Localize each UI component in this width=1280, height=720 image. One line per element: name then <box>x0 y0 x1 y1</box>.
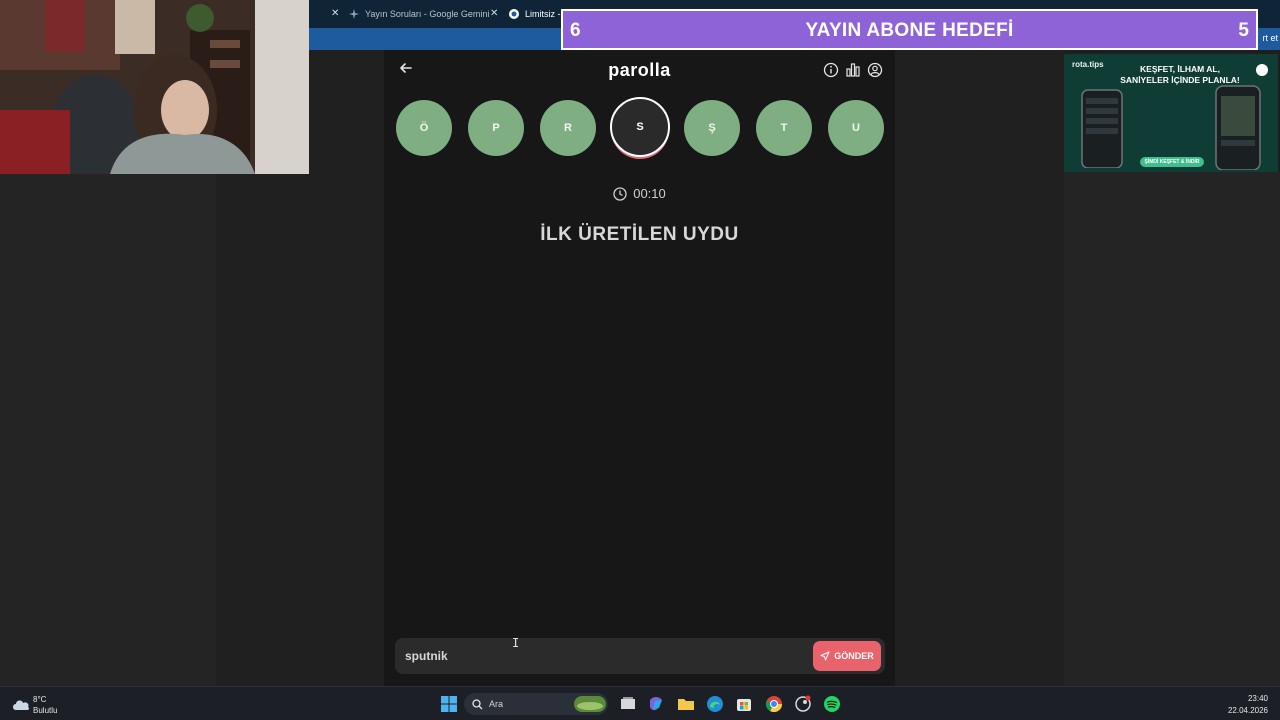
ad-banner[interactable]: rota.tips KEŞFET, İLHAM AL, SANİYELER İÇ… <box>1064 54 1278 172</box>
task-view-icon[interactable] <box>619 695 637 713</box>
letter-bubble[interactable]: R <box>540 100 596 156</box>
screen: ✕ Yayın Soruları - Google Gemini ✕ Limit… <box>0 0 1280 720</box>
weather-desc: Bulutlu <box>33 706 58 715</box>
steam-icon[interactable] <box>794 695 812 713</box>
site-icon <box>509 9 519 19</box>
edge-browser-icon[interactable] <box>706 695 724 713</box>
timer-value: 00:10 <box>633 186 666 201</box>
app-header: parolla <box>384 50 895 90</box>
toolbar-text: rt et <box>1262 33 1278 43</box>
answer-bar: GÖNDER <box>395 638 885 674</box>
store-icon[interactable] <box>735 695 753 713</box>
phone-image-icon <box>1215 85 1261 170</box>
answer-input[interactable] <box>405 646 795 666</box>
profile-icon[interactable] <box>867 62 883 78</box>
question-text: İLK ÜRETİLEN UYDU <box>540 224 739 245</box>
taskbar-search[interactable]: Ara <box>464 693 608 715</box>
send-icon <box>820 651 830 661</box>
subscriber-goal-banner: 6 YAYIN ABONE HEDEFİ 5 <box>561 9 1258 50</box>
letter-bubble[interactable]: Ş <box>684 100 740 156</box>
header-actions <box>823 62 883 78</box>
stats-icon[interactable] <box>845 62 861 78</box>
chrome-icon[interactable] <box>765 695 783 713</box>
timer: 00:10 <box>384 186 895 201</box>
letter-bubble-active[interactable]: S <box>610 97 670 157</box>
letter-bubble[interactable]: Ö <box>396 100 452 156</box>
windows-start-icon[interactable] <box>440 695 458 713</box>
phone-image-icon <box>1081 89 1123 168</box>
ad-close-icon[interactable] <box>1256 64 1268 76</box>
goal-title: YAYIN ABONE HEDEFİ <box>805 20 1014 41</box>
page-margin-right <box>895 50 1064 686</box>
ad-headline: KEŞFET, İLHAM AL, SANİYELER İÇİNDE PLANL… <box>1110 64 1250 86</box>
webcam-image <box>0 0 309 174</box>
spotify-icon[interactable] <box>823 695 841 713</box>
send-label: GÖNDER <box>834 651 874 661</box>
search-highlight-icon <box>574 696 606 712</box>
letter-bubble[interactable]: P <box>468 100 524 156</box>
folder-icon[interactable] <box>677 695 695 713</box>
webcam-overlay <box>0 0 309 174</box>
letter-row: Ö P R S Ş T U <box>396 97 886 159</box>
clock-time[interactable]: 23:40 <box>1248 694 1268 703</box>
search-icon <box>472 699 483 710</box>
tab-label: Limitsiz - <box>525 9 561 19</box>
text-cursor-icon: I <box>512 636 520 650</box>
ad-headline-line1: KEŞFET, İLHAM AL, <box>1140 64 1220 74</box>
ad-cta-button[interactable]: ŞİMDİ KEŞFET & İNDİR <box>1140 157 1204 167</box>
clock-icon <box>613 186 627 201</box>
desktop-background-right <box>1064 172 1280 686</box>
tab-gemini[interactable]: Yayın Soruları - Google Gemini <box>349 3 489 25</box>
tab-close-icon[interactable]: ✕ <box>331 8 339 19</box>
app-title: parolla <box>608 60 671 80</box>
goal-target: 5 <box>1238 20 1249 41</box>
search-label: Ara <box>489 699 504 709</box>
cloud-icon[interactable] <box>11 697 31 711</box>
clock-date[interactable]: 22.04.2026 <box>1228 706 1268 715</box>
weather-temp: 8°C <box>33 695 47 704</box>
tab-limitsiz[interactable]: Limitsiz - <box>509 3 561 25</box>
info-icon[interactable] <box>823 62 839 78</box>
desktop-background-left <box>0 174 216 686</box>
letter-bubble[interactable]: U <box>828 100 884 156</box>
send-button[interactable]: GÖNDER <box>813 641 881 671</box>
parolla-app: parolla Ö P R S Ş T U 00:10 İLK ÜRETİLEN… <box>384 50 895 686</box>
tab-close-icon[interactable]: ✕ <box>490 8 498 19</box>
gemini-icon <box>349 9 359 19</box>
letter-bubble[interactable]: T <box>756 100 812 156</box>
tab-label: Yayın Soruları - Google Gemini <box>365 9 490 19</box>
copilot-icon[interactable] <box>647 695 665 713</box>
ad-brand: rota.tips <box>1072 60 1104 69</box>
taskbar: 8°C Bulutlu Ara 23:40 22.04.2026 <box>0 686 1280 720</box>
